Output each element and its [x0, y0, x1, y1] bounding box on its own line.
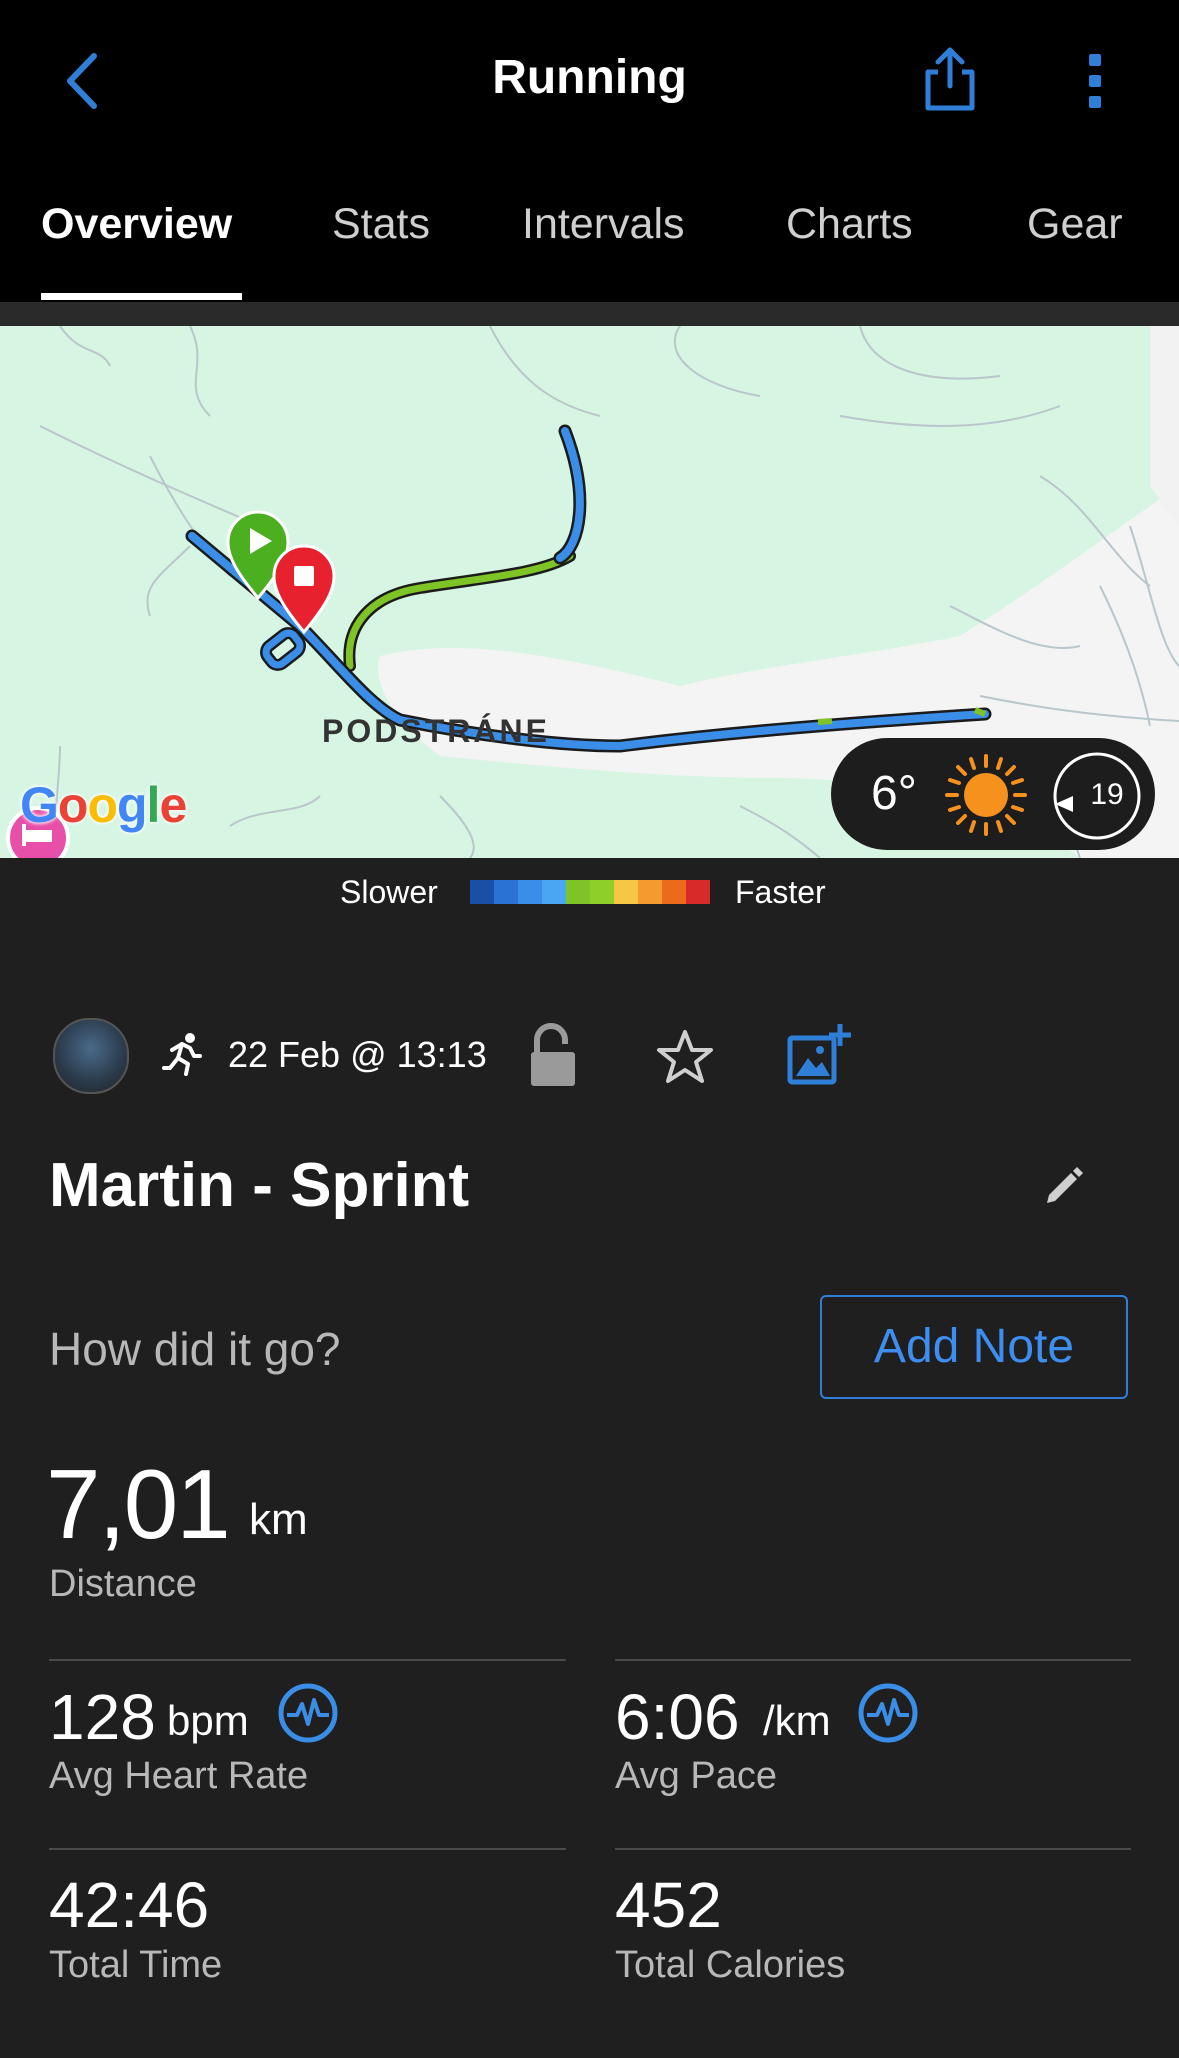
- legend-color-swatch: [566, 880, 590, 904]
- legend-color-swatch: [494, 880, 518, 904]
- legend-slower-label: Slower: [340, 874, 438, 910]
- unlock-icon[interactable]: [527, 1022, 579, 1090]
- google-logo: Google: [20, 777, 187, 833]
- legend-color-swatch: [542, 880, 566, 904]
- activity-date: 22 Feb @ 13:13: [228, 1034, 487, 1075]
- activity-meta-row: 22 Feb @ 13:13: [0, 1010, 1179, 1100]
- share-button[interactable]: [920, 42, 980, 114]
- more-vertical-icon: [1089, 54, 1101, 108]
- avg-heart-rate-unit: bpm: [167, 1697, 249, 1744]
- stats-divider: [49, 1848, 566, 1850]
- avatar[interactable]: [53, 1018, 129, 1094]
- heart-rate-chart-icon[interactable]: [277, 1682, 339, 1744]
- distance-value: 7,01: [46, 1449, 231, 1559]
- legend-color-swatch: [518, 880, 542, 904]
- header-divider: [0, 302, 1179, 326]
- wind-speed: 19: [1090, 778, 1124, 811]
- total-calories-label: Total Calories: [615, 1944, 846, 1986]
- running-icon: [162, 1033, 202, 1076]
- distance-label: Distance: [49, 1563, 197, 1605]
- weather-temperature: 6°: [871, 767, 917, 820]
- note-prompt: How did it go?: [49, 1323, 341, 1375]
- more-options-button[interactable]: [1080, 48, 1110, 114]
- tab-intervals[interactable]: Intervals: [522, 200, 685, 249]
- active-tab-indicator: [41, 293, 242, 300]
- total-time-value: 42:46: [49, 1869, 210, 1941]
- app-header: Running Overview Stats Intervals Charts …: [0, 0, 1179, 302]
- avg-heart-rate-label: Avg Heart Rate: [49, 1755, 309, 1797]
- sun-icon: [945, 754, 1027, 836]
- legend-color-swatch: [614, 880, 638, 904]
- stats-divider: [49, 1659, 566, 1661]
- total-time-label: Total Time: [49, 1944, 223, 1986]
- legend-color-swatch: [470, 880, 494, 904]
- stats-divider: [615, 1848, 1131, 1850]
- add-photo-icon[interactable]: [786, 1022, 852, 1088]
- legend-color-swatch: [686, 880, 710, 904]
- avg-pace-label: Avg Pace: [615, 1755, 777, 1797]
- map-place-label: PODSTRÁNE: [322, 713, 550, 749]
- tab-gear[interactable]: Gear: [1027, 200, 1123, 249]
- pencil-icon[interactable]: [1043, 1165, 1085, 1207]
- avg-pace-value: 6:06: [615, 1681, 740, 1753]
- avg-heart-rate-value: 128: [49, 1681, 156, 1753]
- distance-unit: km: [249, 1495, 308, 1544]
- total-calories-value: 452: [615, 1869, 722, 1941]
- tab-overview[interactable]: Overview: [41, 200, 232, 249]
- tab-charts[interactable]: Charts: [786, 200, 913, 249]
- weather-badge[interactable]: 6° 19: [831, 738, 1155, 850]
- page-title: Running: [492, 51, 687, 104]
- legend-faster-label: Faster: [735, 874, 826, 910]
- legend-color-swatch: [662, 880, 686, 904]
- legend-color-scale: [470, 880, 710, 904]
- star-icon[interactable]: [655, 1028, 715, 1086]
- legend-color-swatch: [638, 880, 662, 904]
- add-note-button[interactable]: Add Note: [820, 1295, 1128, 1399]
- share-icon: [925, 47, 975, 111]
- activity-name: Martin - Sprint: [49, 1151, 470, 1220]
- pace-chart-icon[interactable]: [857, 1682, 919, 1744]
- avg-pace-unit: /km: [763, 1697, 831, 1744]
- stats-divider: [615, 1659, 1131, 1661]
- route-map[interactable]: PODSTRÁNE Google 6° 19: [0, 326, 1179, 858]
- legend-color-swatch: [590, 880, 614, 904]
- tab-bar: Overview Stats Intervals Charts Gear: [0, 190, 1179, 302]
- pace-legend: Slower Faster: [0, 858, 1179, 928]
- tab-stats[interactable]: Stats: [332, 200, 430, 249]
